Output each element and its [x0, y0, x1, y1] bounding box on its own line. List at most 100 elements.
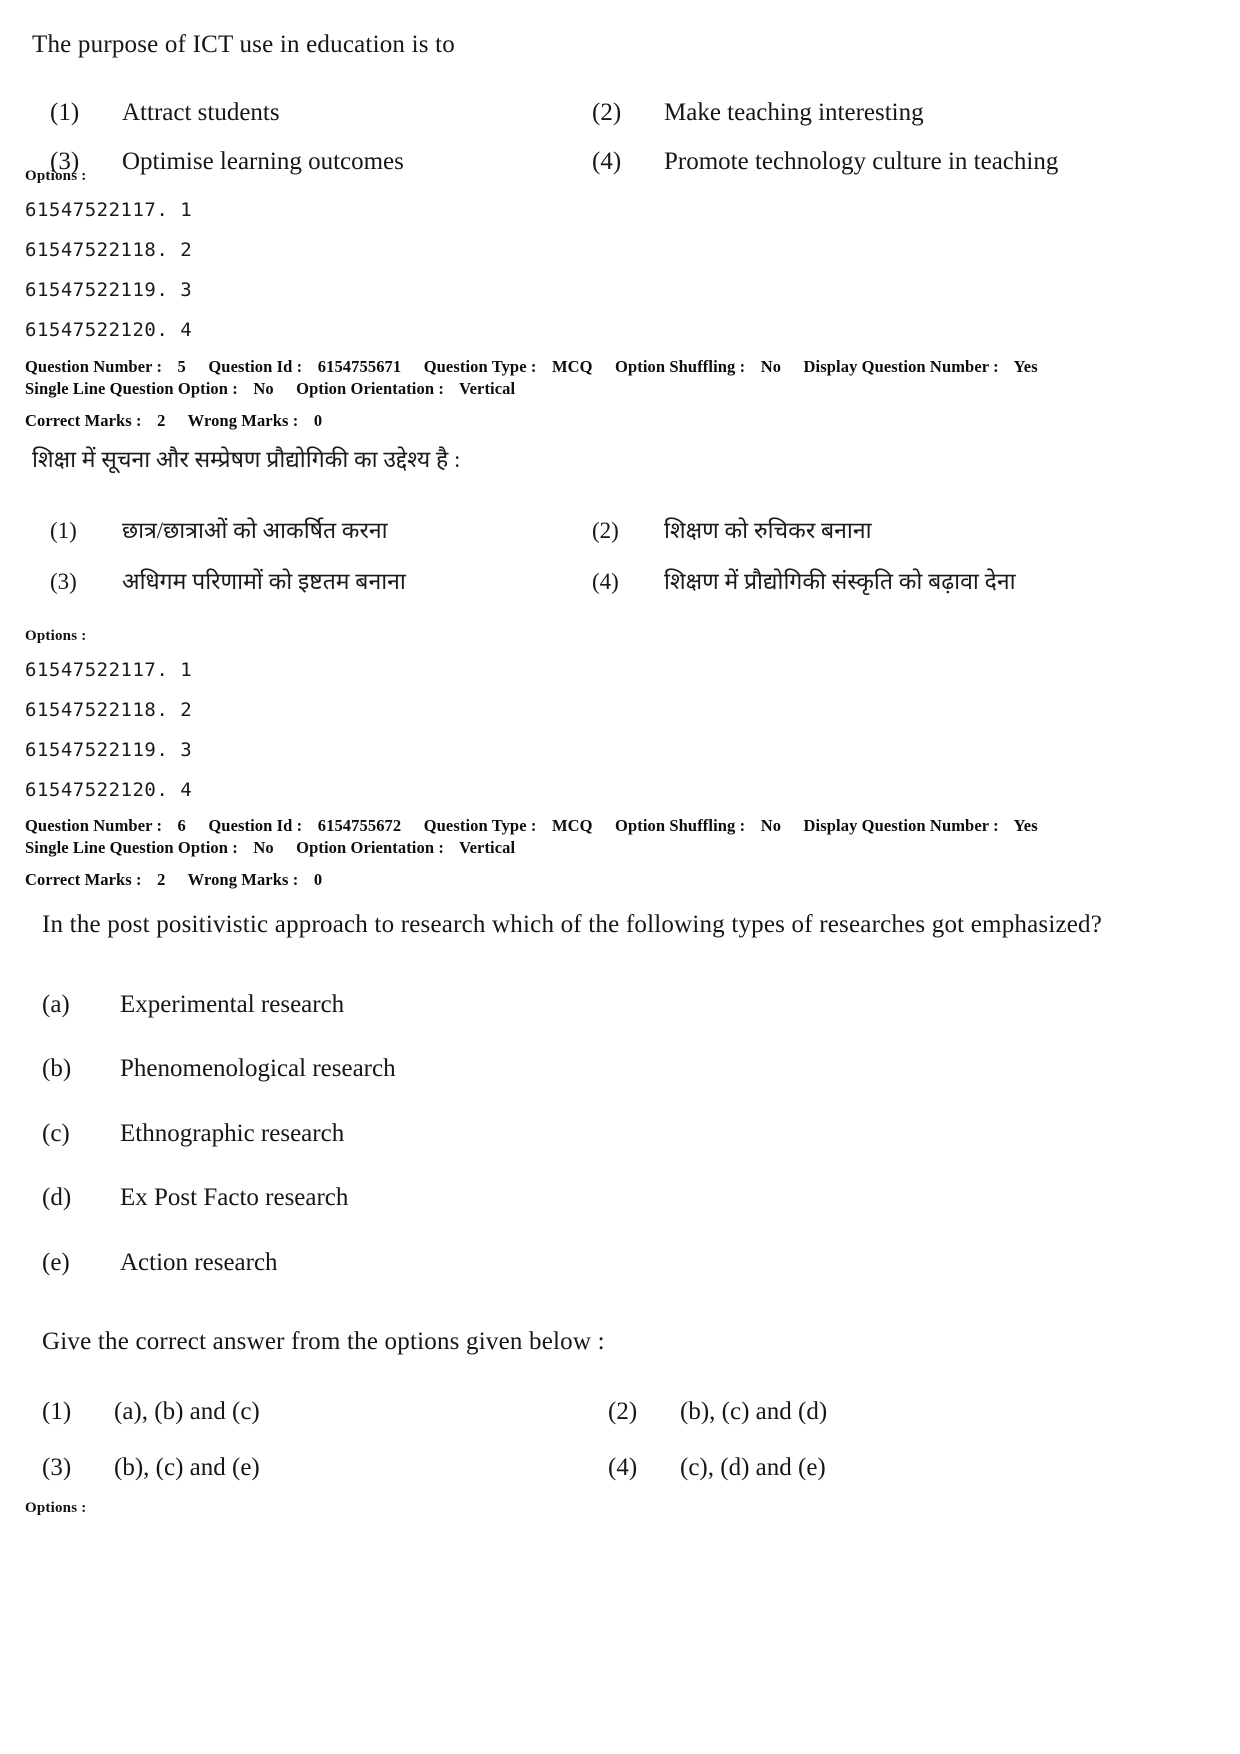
question-number-value: 6: [177, 816, 186, 835]
option-id-item: 61547522119. 3: [25, 278, 193, 301]
option-label: शिक्षण में प्रौद्योगिकी संस्कृति को बढ़ा…: [664, 569, 1016, 594]
option-number: (2): [608, 1398, 638, 1426]
question5-english-options: (1) Attract students (2) Make teaching i…: [32, 94, 1182, 180]
question-type-value: MCQ: [551, 816, 593, 835]
question6-options-label-block: Options :: [25, 1500, 86, 1517]
question5-hindi-block: शिक्षा में सूचना और सम्प्रेषण प्रौद्योगि…: [32, 443, 1192, 600]
option-label: Attract students: [122, 99, 280, 127]
display-question-number-label: Display Question Number :: [803, 357, 999, 376]
option-label: (c), (d) and (e): [680, 1453, 826, 1481]
option-orientation-label: Option Orientation :: [296, 838, 444, 858]
item-label: Ethnographic research: [120, 1119, 345, 1147]
correct-marks-label: Correct Marks :: [25, 869, 142, 889]
option-row[interactable]: (4) Promote technology culture in teachi…: [592, 143, 1182, 181]
single-line-question-option-label: Single Line Question Option :: [25, 838, 238, 858]
question6-english-block: In the post positivistic approach to res…: [42, 905, 1192, 1486]
question5-hindi-options-id-block: Options : 61547522117. 1 61547522118. 2 …: [25, 628, 192, 811]
options-label: Options :: [25, 628, 87, 644]
option-id-item: 61547522118. 2: [25, 238, 193, 261]
option-row[interactable]: (1) छात्र/छात्राओं को आकर्षित करना: [32, 514, 592, 549]
metadata-line-1: Question Number : 6 Question Id : 615475…: [25, 815, 1215, 837]
option-row[interactable]: (3) अधिगम परिणामों को इष्टतम बनाना: [32, 565, 592, 600]
option-row[interactable]: (4) शिक्षण में प्रौद्योगिकी संस्कृति को …: [592, 565, 1192, 600]
option-orientation-label: Option Orientation :: [296, 379, 444, 399]
option-row[interactable]: (2) Make teaching interesting: [592, 94, 1182, 132]
option-label: (a), (b) and (c): [114, 1398, 260, 1426]
item-label: Action research: [120, 1248, 278, 1276]
question-number-label: Question Number :: [25, 357, 163, 376]
question6-instruction: Give the correct answer from the options…: [42, 1328, 605, 1355]
option-row[interactable]: (4) (c), (d) and (e): [602, 1449, 1192, 1487]
list-item: (d) Ex Post Facto research: [42, 1179, 1192, 1217]
option-row[interactable]: (1) (a), (b) and (c): [42, 1393, 602, 1431]
question5-english-stem: The purpose of ICT use in education is t…: [32, 31, 455, 58]
question-paper-page: The purpose of ICT use in education is t…: [0, 0, 1240, 1754]
option-number: (4): [592, 147, 622, 175]
option-shuffling-label: Option Shuffling :: [615, 816, 746, 835]
option-shuffling-value: No: [760, 816, 782, 835]
question-id-label: Question Id :: [208, 357, 303, 376]
question-number-value: 5: [177, 357, 186, 376]
option-id-item: 61547522118. 2: [25, 698, 193, 721]
option-label: Optimise learning outcomes: [122, 147, 404, 175]
item-label: Experimental research: [120, 990, 345, 1018]
item-label: Ex Post Facto research: [120, 1184, 349, 1211]
question6-english-options: (1) (a), (b) and (c) (2) (b), (c) and (d…: [42, 1393, 1192, 1486]
item-key: (e): [42, 1248, 70, 1276]
option-row[interactable]: (1) Attract students: [32, 94, 592, 132]
wrong-marks-label: Wrong Marks :: [187, 869, 299, 889]
metadata-line-2: Single Line Question Option : No Option …: [25, 378, 1215, 400]
option-id-item: 61547522117. 1: [25, 659, 193, 681]
item-label: Phenomenological research: [120, 1055, 396, 1082]
option-number: (2): [592, 517, 619, 543]
display-question-number-label: Display Question Number :: [803, 816, 999, 835]
question5-english-options-id-block: Options : 61547522117. 1 61547522118. 2 …: [25, 168, 192, 351]
option-number: (4): [592, 569, 619, 594]
option-orientation-value: Vertical: [459, 838, 516, 858]
option-row[interactable]: (3) (b), (c) and (e): [42, 1449, 602, 1487]
display-question-number-value: Yes: [1013, 816, 1038, 835]
question-type-value: MCQ: [551, 357, 593, 376]
single-line-question-option-label: Single Line Question Option :: [25, 379, 238, 399]
single-line-question-option-value: No: [253, 838, 274, 858]
option-label: (b), (c) and (d): [680, 1398, 828, 1426]
option-label: (b), (c) and (e): [114, 1453, 260, 1481]
question-id-label: Question Id :: [208, 816, 303, 835]
option-number: (2): [592, 99, 622, 127]
option-number: (3): [42, 1453, 72, 1481]
correct-marks-value: 2: [157, 410, 166, 430]
correct-marks-value: 2: [157, 869, 166, 889]
option-row[interactable]: (2) शिक्षण को रुचिकर बनाना: [592, 514, 1192, 549]
question6-item-list: (a) Experimental research (b) Phenomenol…: [42, 986, 1192, 1282]
question5-hindi-options: (1) छात्र/छात्राओं को आकर्षित करना (2) श…: [32, 514, 1192, 600]
item-key: (c): [42, 1119, 70, 1147]
metadata-line-2: Single Line Question Option : No Option …: [25, 837, 1215, 859]
option-number: (3): [50, 569, 77, 594]
question5-english-block: The purpose of ICT use in education is t…: [32, 27, 1182, 180]
option-number: (1): [50, 99, 80, 127]
metadata-line-1: Question Number : 5 Question Id : 615475…: [25, 356, 1215, 378]
option-label: Promote technology culture in teaching: [664, 147, 1059, 175]
question-number-label: Question Number :: [25, 816, 163, 835]
options-label: Options :: [25, 168, 87, 184]
list-item: (c) Ethnographic research: [42, 1115, 1192, 1153]
list-item: (e) Action research: [42, 1244, 1192, 1282]
option-label: शिक्षण को रुचिकर बनाना: [664, 517, 872, 543]
option-row[interactable]: (2) (b), (c) and (d): [602, 1393, 1192, 1431]
wrong-marks-value: 0: [313, 869, 323, 889]
question5-hindi-stem: शिक्षा में सूचना और सम्प्रेषण प्रौद्योगि…: [32, 447, 461, 472]
option-id-item: 61547522120. 4: [25, 318, 193, 341]
option-number: (1): [50, 517, 77, 543]
item-key: (d): [42, 1184, 72, 1211]
option-orientation-value: Vertical: [459, 379, 516, 399]
display-question-number-value: Yes: [1013, 357, 1038, 376]
item-key: (b): [42, 1055, 72, 1082]
question6-metadata: Question Number : 6 Question Id : 615475…: [25, 815, 1215, 891]
question6-english-stem: In the post positivistic approach to res…: [42, 911, 1103, 938]
option-label: Make teaching interesting: [664, 99, 924, 127]
question-id-value: 6154755672: [317, 816, 402, 835]
single-line-question-option-value: No: [253, 379, 274, 399]
list-item: (b) Phenomenological research: [42, 1050, 1192, 1088]
option-shuffling-label: Option Shuffling :: [615, 357, 746, 376]
wrong-marks-value: 0: [313, 410, 323, 430]
